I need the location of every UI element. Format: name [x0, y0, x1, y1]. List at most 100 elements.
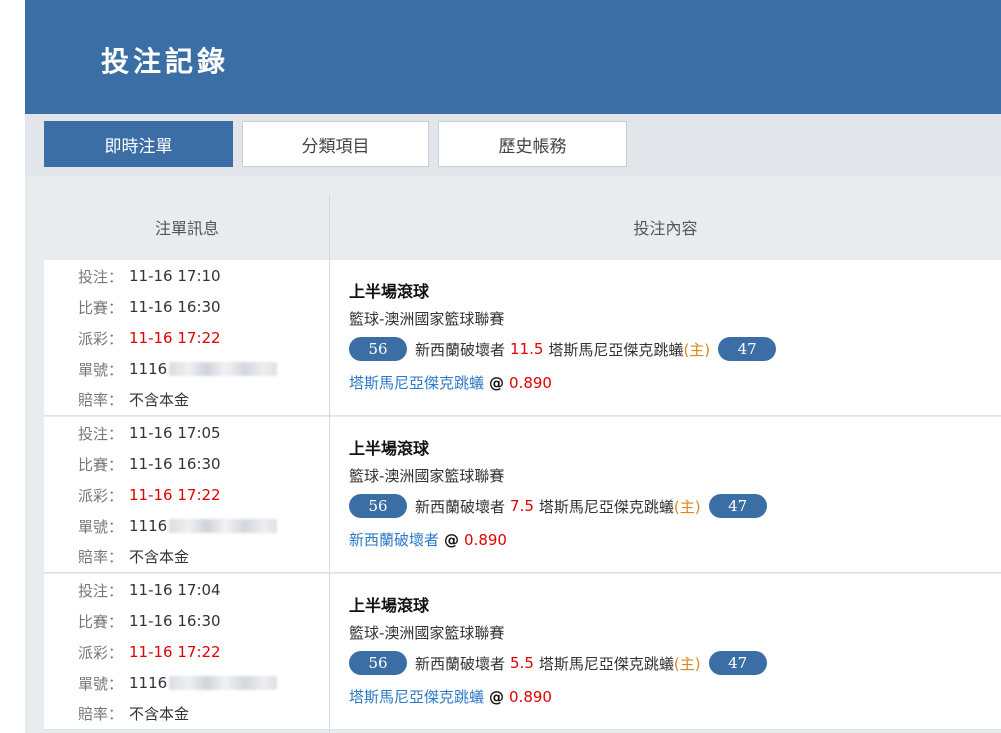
picked-team: 新西蘭破壞者	[349, 531, 440, 549]
match-line: 56 新西蘭破壞者 11.5 塔斯馬尼亞傑克跳蟻 (主) 47	[349, 336, 777, 362]
bet-content-cell: 上半場滾球 籃球-澳洲國家籃球聯賽 56 新西蘭破壞者 7.5 塔斯馬尼亞傑克跳…	[330, 417, 1001, 573]
odds-type-label: 賠率：	[78, 547, 124, 566]
ticket-line: 單號： 1116	[78, 358, 278, 380]
picked-team: 塔斯馬尼亞傑克跳蟻	[349, 688, 485, 706]
table-row: 投注： 11-16 17:05 比賽： 11-16 16:30 派彩： 11-16 1…	[44, 417, 1001, 573]
market-title: 上半場滾球	[349, 282, 430, 301]
bet-content-cell: 上半場滾球 籃球-澳洲國家籃球聯賽 56 新西蘭破壞者 5.5 塔斯馬尼亞傑克跳…	[330, 574, 1001, 730]
ticket-redacted	[169, 362, 278, 376]
tab-categories[interactable]: 分類項目	[242, 121, 429, 167]
market-title: 上半場滾球	[349, 439, 430, 458]
bet-time-label: 投注：	[78, 581, 124, 600]
score-badge-left: 56	[349, 494, 407, 518]
bet-time-label: 投注：	[78, 267, 124, 286]
bet-info-cell: 投注： 11-16 17:05 比賽： 11-16 16:30 派彩： 11-16 1…	[44, 417, 330, 573]
column-header-info: 注單訊息	[154, 219, 219, 238]
payout-time-line: 派彩： 11-16 17:22	[78, 327, 221, 349]
pick-line: 塔斯馬尼亞傑克跳蟻 @ 0.890	[349, 372, 552, 393]
ticket-line: 單號： 1116	[78, 515, 278, 537]
pick-line: 塔斯馬尼亞傑克跳蟻 @ 0.890	[349, 686, 552, 707]
tab-history[interactable]: 歷史帳務	[438, 121, 627, 167]
table-row: 投注： 11-16 17:04 比賽： 11-16 16:30 派彩： 11-16 1…	[44, 574, 1001, 730]
bet-time-value: 11-16 17:04	[129, 581, 221, 599]
payout-time-line: 派彩： 11-16 17:22	[78, 641, 221, 663]
match-line: 56 新西蘭破壞者 7.5 塔斯馬尼亞傑克跳蟻 (主) 47	[349, 493, 767, 519]
handicap-value: 5.5	[510, 654, 534, 672]
handicap-value: 11.5	[510, 340, 544, 358]
table-row: 投注： 11-16 17:10 比賽： 11-16 16:30 派彩： 11-16 1…	[44, 260, 1001, 416]
ticket-label: 單號：	[78, 360, 124, 379]
odds-type-value: 不含本金	[129, 704, 190, 723]
score-badge-left: 56	[349, 651, 407, 675]
match-time-value: 11-16 16:30	[129, 612, 221, 630]
match-line: 56 新西蘭破壞者 5.5 塔斯馬尼亞傑克跳蟻 (主) 47	[349, 650, 767, 676]
payout-time-value: 11-16 17:22	[129, 643, 221, 661]
home-marker: (主)	[683, 340, 711, 359]
tab-bar: 即時注單 分類項目 歷史帳務	[25, 114, 1001, 176]
ticket-redacted	[169, 519, 278, 533]
odds-type-line: 賠率： 不含本金	[78, 388, 189, 410]
score-badge-left: 56	[349, 337, 407, 361]
match-time-label: 比賽：	[78, 612, 124, 631]
bet-time-line: 投注： 11-16 17:10	[78, 265, 221, 287]
odds-type-value: 不含本金	[129, 390, 190, 409]
bet-table: 注單訊息 投注內容 投注： 11-16 17:10 比賽： 11-16 16:30 …	[25, 176, 1001, 733]
payout-time-label: 派彩：	[78, 486, 124, 505]
match-time-line: 比賽： 11-16 16:30	[78, 453, 221, 475]
odds-type-label: 賠率：	[78, 390, 124, 409]
payout-time-label: 派彩：	[78, 643, 124, 662]
payout-time-line: 派彩： 11-16 17:22	[78, 484, 221, 506]
bet-content-cell: 上半場滾球 籃球-澳洲國家籃球聯賽 56 新西蘭破壞者 11.5 塔斯馬尼亞傑克…	[330, 260, 1001, 416]
team-home: 塔斯馬尼亞傑克跳蟻	[538, 654, 674, 673]
tab-live-bets[interactable]: 即時注單	[44, 121, 233, 167]
bet-info-cell: 投注： 11-16 17:10 比賽： 11-16 16:30 派彩： 11-16 1…	[44, 260, 330, 416]
at-symbol: @	[444, 530, 460, 549]
league-name: 籃球-澳洲國家籃球聯賽	[349, 467, 505, 485]
odds-value: 0.890	[509, 687, 552, 706]
match-time-value: 11-16 16:30	[129, 455, 221, 473]
ticket-prefix: 1116	[129, 517, 168, 535]
page-title: 投注記錄	[101, 45, 230, 78]
score-badge-right: 47	[708, 494, 767, 518]
match-time-value: 11-16 16:30	[129, 298, 221, 316]
payout-time-label: 派彩：	[78, 329, 124, 348]
market-title: 上半場滾球	[349, 596, 430, 615]
picked-team: 塔斯馬尼亞傑克跳蟻	[349, 374, 485, 392]
column-header-content: 投注內容	[633, 219, 698, 238]
odds-type-line: 賠率： 不含本金	[78, 702, 189, 724]
odds-value: 0.890	[464, 530, 507, 549]
league-name: 籃球-澳洲國家籃球聯賽	[349, 624, 505, 642]
column-divider	[329, 194, 330, 733]
odds-type-label: 賠率：	[78, 704, 124, 723]
payout-time-value: 11-16 17:22	[129, 329, 221, 347]
payout-time-value: 11-16 17:22	[129, 486, 221, 504]
odds-value: 0.890	[509, 373, 552, 392]
page-header: 投注記錄	[25, 0, 1001, 114]
bet-time-value: 11-16 17:05	[129, 424, 221, 442]
ticket-prefix: 1116	[129, 674, 168, 692]
match-time-line: 比賽： 11-16 16:30	[78, 610, 221, 632]
at-symbol: @	[489, 373, 505, 392]
score-badge-right: 47	[718, 337, 777, 361]
home-marker: (主)	[673, 654, 701, 673]
ticket-label: 單號：	[78, 517, 124, 536]
odds-type-line: 賠率： 不含本金	[78, 545, 189, 567]
team-home: 塔斯馬尼亞傑克跳蟻	[548, 340, 684, 359]
match-time-line: 比賽： 11-16 16:30	[78, 296, 221, 318]
pick-line: 新西蘭破壞者 @ 0.890	[349, 529, 507, 550]
score-badge-right: 47	[708, 651, 767, 675]
home-marker: (主)	[673, 497, 701, 516]
ticket-redacted	[169, 676, 278, 690]
team-away: 新西蘭破壞者	[415, 497, 506, 516]
bet-time-line: 投注： 11-16 17:04	[78, 579, 221, 601]
team-away: 新西蘭破壞者	[415, 340, 506, 359]
match-time-label: 比賽：	[78, 298, 124, 317]
bet-info-cell: 投注： 11-16 17:04 比賽： 11-16 16:30 派彩： 11-16 1…	[44, 574, 330, 730]
bet-time-label: 投注：	[78, 424, 124, 443]
league-name: 籃球-澳洲國家籃球聯賽	[349, 310, 505, 328]
odds-type-value: 不含本金	[129, 547, 190, 566]
bet-time-value: 11-16 17:10	[129, 267, 221, 285]
ticket-prefix: 1116	[129, 360, 168, 378]
team-away: 新西蘭破壞者	[415, 654, 506, 673]
ticket-line: 單號： 1116	[78, 672, 278, 694]
